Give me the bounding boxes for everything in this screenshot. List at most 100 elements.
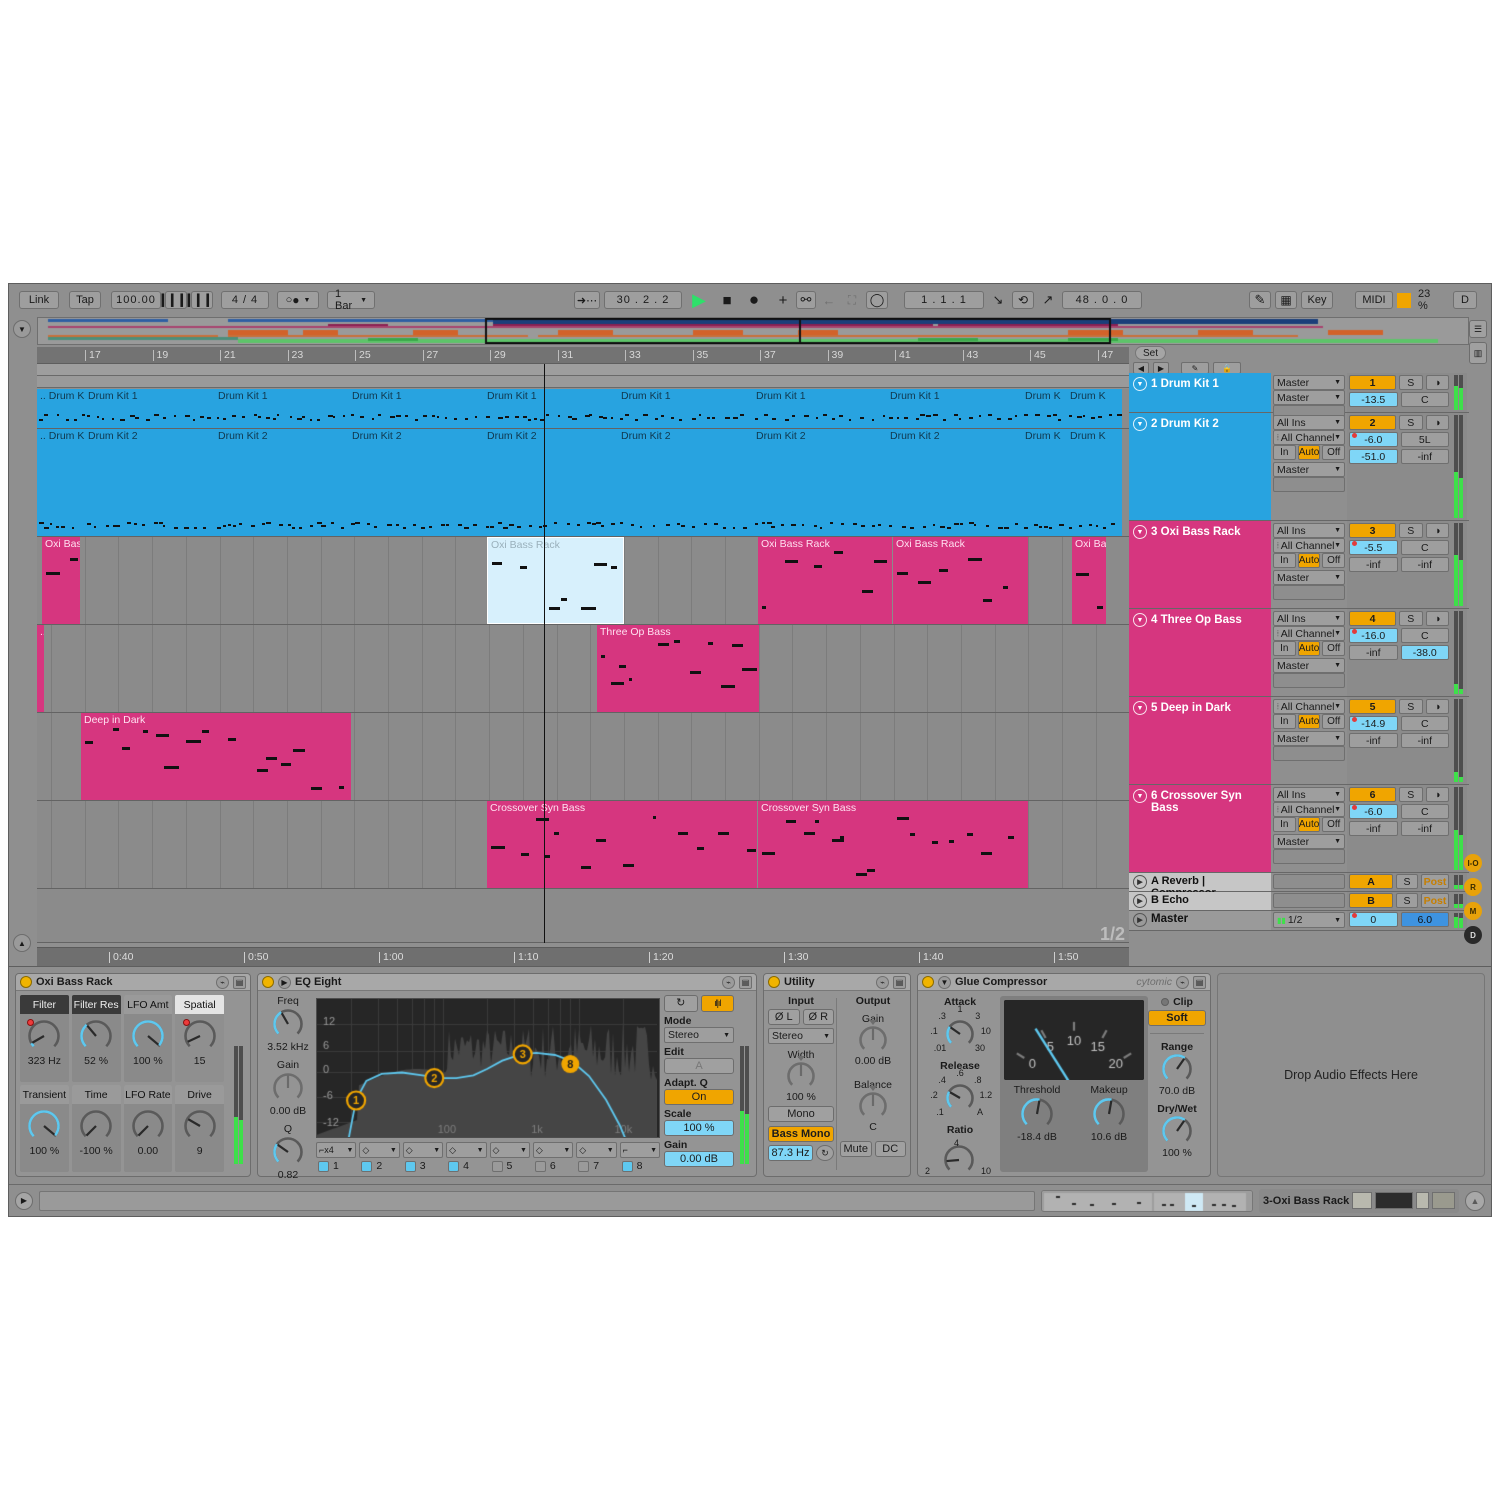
time-signature[interactable]: 4 / 4: [221, 291, 269, 309]
save-preset-icon[interactable]: ▤: [1193, 976, 1206, 989]
track-volume-field[interactable]: -6.0: [1349, 432, 1398, 447]
track-fold-icon[interactable]: ▼: [1133, 417, 1147, 431]
clip[interactable]: Deep in Dark: [81, 713, 351, 800]
utility-phase-l-button[interactable]: Ø L: [768, 1009, 800, 1025]
device-activator-icon[interactable]: [20, 976, 32, 988]
clip[interactable]: Drum K: [1022, 429, 1067, 536]
monitor-auto-button[interactable]: Auto: [1298, 817, 1321, 832]
arrangement-record-icon[interactable]: +: [774, 291, 792, 309]
device-glue-compressor[interactable]: ▼ Glue Compressor cytomic ⌁ ▤ Attack .01…: [917, 973, 1211, 1177]
eq-band-enable-checkbox[interactable]: [578, 1161, 589, 1172]
automation-arm-button[interactable]: ⚯: [796, 291, 816, 309]
glue-attack-knob[interactable]: .01.1.3 1 3 10 30: [921, 1008, 999, 1058]
track-solo-button[interactable]: S: [1399, 787, 1422, 802]
track-arm-button[interactable]: 6: [1349, 787, 1396, 802]
device-fold-icon[interactable]: ▶: [278, 976, 291, 989]
device-thumb-4[interactable]: [1432, 1192, 1455, 1209]
audio-to-selector[interactable]: Master ▼: [1273, 658, 1345, 673]
track-name-box[interactable]: ▼ 2 Drum Kit 2: [1129, 413, 1271, 520]
arrangement-position[interactable]: 30 . 2 . 2: [604, 291, 682, 309]
clip[interactable]: ..: [37, 625, 44, 712]
clip[interactable]: Three Op Bass: [597, 625, 759, 712]
track-send-b[interactable]: -inf: [1401, 449, 1450, 464]
clip[interactable]: Oxi Bas: [42, 537, 80, 624]
save-preset-icon[interactable]: ▤: [739, 976, 752, 989]
clip[interactable]: .. Drum K: [37, 429, 85, 536]
returns-panel-button[interactable]: R: [1464, 878, 1482, 896]
macro-3[interactable]: LFO Amt 100 %: [124, 995, 173, 1082]
track-fold-icon[interactable]: ▼: [1133, 377, 1147, 391]
bar-ruler[interactable]: 17 19 21 23 25 27 29 31 33 35 37 39 41 43 45 47: [37, 347, 1129, 364]
track-header-2[interactable]: ▼ 2 Drum Kit 2 All Ins ▼ ⦙ All Channel ▼ In Auto…: [1129, 413, 1469, 521]
clip[interactable]: Drum Kit 1: [215, 389, 349, 428]
eq-output-gain-value[interactable]: 0.00 dB: [664, 1151, 734, 1167]
monitor-in-button[interactable]: In: [1273, 817, 1296, 832]
punch-out-icon[interactable]: ↗: [1038, 291, 1058, 309]
eq-freq-knob[interactable]: [272, 1008, 304, 1040]
master-unfold-icon[interactable]: ▶: [1133, 913, 1147, 927]
audio-from-selector[interactable]: All Ins ▼: [1273, 415, 1345, 430]
glue-drywet-knob[interactable]: [1161, 1115, 1193, 1147]
glue-threshold-knob[interactable]: [1020, 1097, 1054, 1131]
track-fold-icon[interactable]: ▼: [1133, 613, 1147, 627]
macro-knob[interactable]: [79, 1109, 113, 1143]
eq-analyze-icon[interactable]: ↻: [664, 995, 698, 1012]
eq-adaptq-toggle[interactable]: On: [664, 1089, 734, 1105]
device-thumb-3[interactable]: [1416, 1192, 1429, 1209]
macro-knob[interactable]: [131, 1019, 165, 1053]
track-send-b[interactable]: -38.0: [1401, 645, 1450, 660]
clip[interactable]: Oxi Bass Rack: [893, 537, 1028, 624]
eq-scale-value[interactable]: 100 %: [664, 1120, 734, 1136]
eq-band-7[interactable]: ◇ ▼ 7: [576, 1142, 616, 1176]
eq-edit-value[interactable]: A: [664, 1058, 734, 1074]
macro-4[interactable]: Spatial 15: [175, 995, 224, 1082]
clip[interactable]: Drum K: [1067, 429, 1122, 536]
midi-from-selector[interactable]: ⦙ All Channel ▼: [1273, 538, 1345, 553]
map-mode-icon[interactable]: ⌁: [876, 976, 889, 989]
audio-to-sub-selector[interactable]: [1273, 746, 1345, 761]
track-send-a[interactable]: -inf: [1349, 821, 1398, 836]
track-name-box[interactable]: ▼ 1 Drum Kit 1: [1129, 373, 1271, 412]
track-header-1[interactable]: ▼ 1 Drum Kit 1 Master ▼ Master ▼ 1 S ◑ -13.5 C: [1129, 373, 1469, 413]
track-pan-field[interactable]: C: [1401, 392, 1450, 407]
audio-from-selector[interactable]: All Ins ▼: [1273, 523, 1345, 538]
clip[interactable]: Crossover Syn Bass: [758, 801, 1028, 888]
stop-button[interactable]: ■: [716, 291, 738, 309]
track-volume-field[interactable]: -5.5: [1349, 540, 1398, 555]
clip[interactable]: Oxi Bas: [1072, 537, 1106, 624]
clip[interactable]: Drum Kit 2: [349, 429, 484, 536]
monitor-auto-button[interactable]: Auto: [1298, 641, 1321, 656]
utility-bass-mono-freq[interactable]: 87.3 Hz: [768, 1145, 813, 1161]
track-pan-field[interactable]: 5L: [1401, 432, 1450, 447]
save-preset-icon[interactable]: ▤: [233, 976, 246, 989]
set-button[interactable]: Set: [1135, 346, 1166, 360]
record-button[interactable]: ●: [742, 291, 766, 309]
track-header-3[interactable]: ▼ 3 Oxi Bass Rack All Ins ▼ ⦙ All Channel ▼ In A…: [1129, 521, 1469, 609]
utility-width-knob[interactable]: [786, 1061, 816, 1091]
tap-tempo-button[interactable]: Tap: [69, 291, 101, 309]
scrub-area[interactable]: [37, 364, 1129, 376]
status-expand-icon[interactable]: ▲: [1465, 1191, 1485, 1211]
eq-band-6[interactable]: ◇ ▼ 6: [533, 1142, 573, 1176]
eq-band-enable-checkbox[interactable]: [622, 1161, 633, 1172]
return-unfold-icon[interactable]: ▶: [1133, 894, 1147, 908]
device-eq-eight[interactable]: ▶ EQ Eight ⌁ ▤ Freq 3.52 kHz Gain 0.00 d…: [257, 973, 757, 1177]
clip[interactable]: Drum Kit 1: [618, 389, 753, 428]
midi-from-selector[interactable]: ⦙ All Channel ▼: [1273, 430, 1345, 445]
utility-gain-knob[interactable]: [858, 1025, 888, 1055]
device-thumb-1[interactable]: [1352, 1192, 1371, 1209]
return-label[interactable]: A: [1349, 874, 1393, 889]
capture-midi-icon[interactable]: ⛶: [842, 291, 862, 309]
clip[interactable]: .. Drum K: [37, 389, 85, 428]
utility-dc-button[interactable]: DC: [875, 1141, 907, 1157]
track-fold-icon[interactable]: ▼: [1133, 525, 1147, 539]
track-activator-button[interactable]: ◑: [1426, 787, 1449, 802]
time-ruler[interactable]: 0:40 0:50 1:00 1:10 1:20 1:30 1:40 1:50: [37, 947, 1129, 967]
utility-bass-mono-button[interactable]: Bass Mono: [768, 1126, 834, 1142]
track-fold-icon[interactable]: ▼: [1133, 701, 1147, 715]
midi-from-selector[interactable]: ⦙ All Channel ▼: [1273, 802, 1345, 817]
track-pan-field[interactable]: C: [1401, 540, 1450, 555]
track-activator-button[interactable]: ◑: [1426, 699, 1449, 714]
clip[interactable]: Drum Kit 2: [215, 429, 349, 536]
browser-toggle-icon[interactable]: ☰: [1469, 320, 1487, 338]
